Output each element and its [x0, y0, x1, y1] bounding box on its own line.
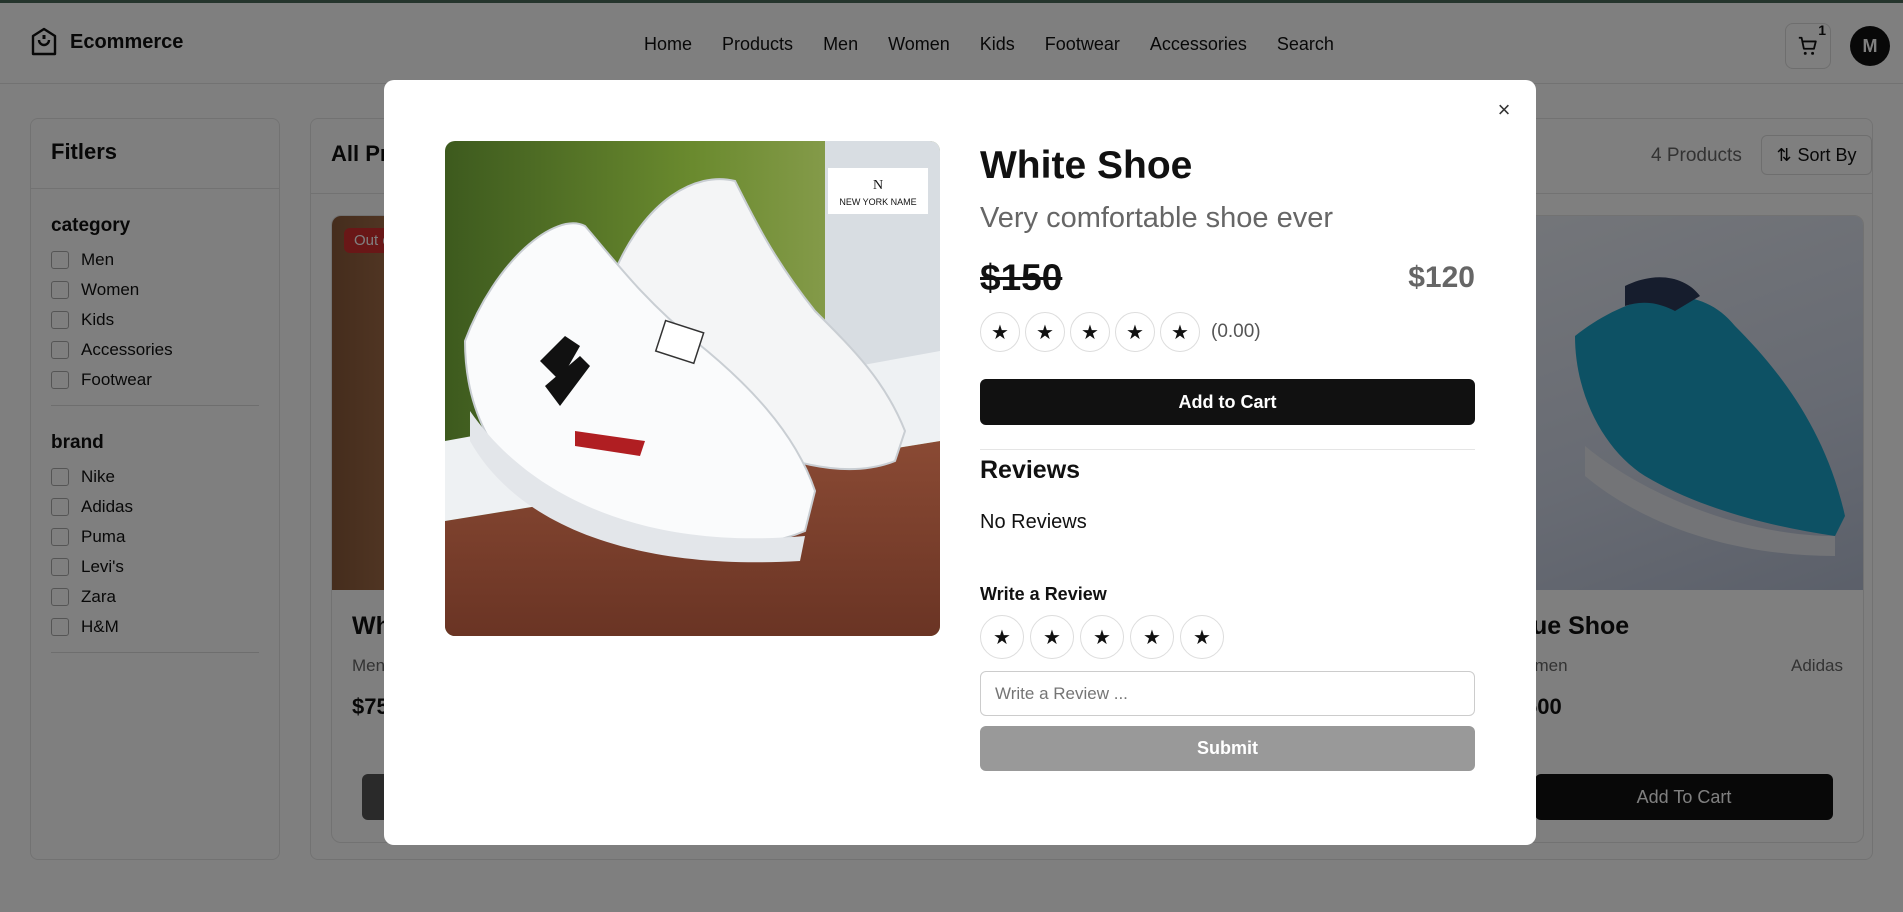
star-icon: ★ — [1070, 312, 1110, 352]
close-button[interactable]: × — [1492, 97, 1516, 122]
star-icon: ★ — [1160, 312, 1200, 352]
product-image: N NEW YORK NAME — [445, 141, 940, 636]
close-icon: × — [1497, 97, 1511, 122]
white-shoe-photo: N NEW YORK NAME — [445, 141, 940, 636]
submit-review-button[interactable]: Submit — [980, 726, 1475, 771]
price-row: $150 $120 — [980, 257, 1475, 307]
write-review-heading: Write a Review — [980, 584, 1107, 604]
rating-value: (0.00) — [1211, 321, 1261, 342]
star-icon[interactable]: ★ — [1180, 615, 1224, 659]
no-reviews-text: No Reviews — [980, 511, 1087, 533]
review-input[interactable] — [980, 671, 1475, 716]
sale-price: $120 — [1408, 261, 1475, 294]
add-to-cart-button[interactable]: Add to Cart — [980, 379, 1475, 425]
star-icon: ★ — [980, 312, 1020, 352]
star-icon[interactable]: ★ — [980, 615, 1024, 659]
star-icon[interactable]: ★ — [1130, 615, 1174, 659]
divider — [980, 449, 1475, 450]
star-icon: ★ — [1025, 312, 1065, 352]
original-price: $150 — [980, 257, 1063, 298]
tag-logo-letter: N — [873, 178, 883, 193]
reviews-heading: Reviews — [980, 456, 1081, 484]
product-title: White Shoe — [980, 144, 1193, 187]
tag-text: NEW YORK NAME — [839, 197, 916, 207]
star-icon[interactable]: ★ — [1080, 615, 1124, 659]
rating-row: ★ ★ ★ ★ ★ (0.00) — [980, 309, 1475, 355]
product-details: White Shoe Very comfortable shoe ever $1… — [980, 141, 1475, 771]
product-description: Very comfortable shoe ever — [980, 202, 1334, 234]
star-icon: ★ — [1115, 312, 1155, 352]
star-icon[interactable]: ★ — [1030, 615, 1074, 659]
review-star-picker: ★ ★ ★ ★ ★ — [980, 615, 1475, 659]
product-details-modal: × N NEW YORK NAME White Shoe Very comfor… — [384, 80, 1536, 845]
